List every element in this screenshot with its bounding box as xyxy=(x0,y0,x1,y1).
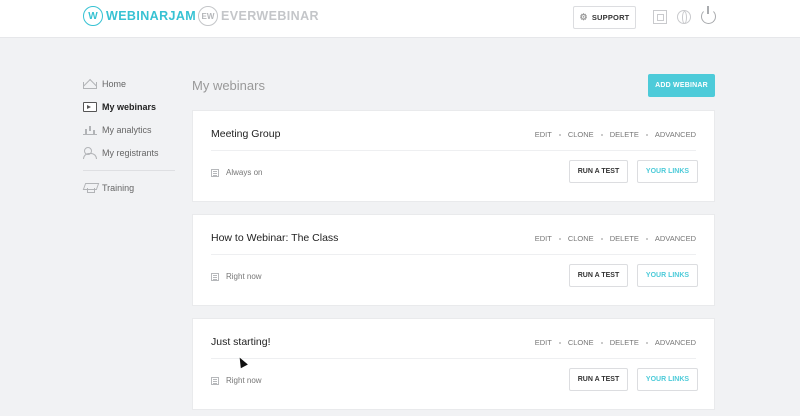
delete-link[interactable]: DELETE xyxy=(610,338,639,347)
advanced-link[interactable]: ADVANCED xyxy=(655,234,696,243)
webinar-title: How to Webinar: The Class xyxy=(211,232,339,244)
webinar-title: Just starting! xyxy=(211,336,271,348)
globe-icon[interactable] xyxy=(677,10,691,24)
webinar-schedule: Right now xyxy=(211,376,262,385)
webinar-title: Meeting Group xyxy=(211,128,281,140)
delete-link[interactable]: DELETE xyxy=(610,130,639,139)
run-test-button[interactable]: RUN A TEST xyxy=(569,368,628,391)
grid-icon[interactable] xyxy=(653,10,667,24)
webinar-icon xyxy=(83,101,97,112)
sidebar-item-label: My registrants xyxy=(102,147,159,158)
webinarjam-logo-text: WEBINARJAM xyxy=(106,9,197,23)
add-webinar-button[interactable]: ADD WEBINAR xyxy=(648,74,715,97)
advanced-link[interactable]: ADVANCED xyxy=(655,338,696,347)
power-icon[interactable] xyxy=(701,6,716,24)
separator-dot xyxy=(600,237,603,240)
clone-link[interactable]: CLONE xyxy=(568,130,594,139)
sidebar-item-label: Home xyxy=(102,78,127,89)
training-icon xyxy=(83,182,97,193)
your-links-button[interactable]: YOUR LINKS xyxy=(637,264,698,287)
sidebar-item-home[interactable]: Home xyxy=(83,72,178,95)
webinar-actions: EDIT CLONE DELETE ADVANCED xyxy=(535,234,696,243)
sidebar-item-training[interactable]: Training xyxy=(83,176,178,199)
clone-link[interactable]: CLONE xyxy=(568,234,594,243)
registrants-icon xyxy=(83,147,97,159)
schedule-text: Always on xyxy=(226,168,263,177)
delete-link[interactable]: DELETE xyxy=(610,234,639,243)
webinar-card: Just starting! EDIT CLONE DELETE ADVANCE… xyxy=(192,318,715,410)
calendar-icon xyxy=(211,376,219,385)
sidebar-item-label: My webinars xyxy=(102,101,157,112)
sidebar-item-label: My analytics xyxy=(102,124,152,135)
sidebar-item-my-registrants[interactable]: My registrants xyxy=(83,141,178,164)
home-icon xyxy=(83,82,97,89)
run-test-button[interactable]: RUN A TEST xyxy=(569,264,628,287)
edit-link[interactable]: EDIT xyxy=(535,338,552,347)
run-test-button[interactable]: RUN A TEST xyxy=(569,160,628,183)
calendar-icon xyxy=(211,272,219,281)
sidebar-divider xyxy=(83,170,175,171)
separator-dot xyxy=(600,341,603,344)
your-links-button[interactable]: YOUR LINKS xyxy=(637,160,698,183)
sidebar-item-my-analytics[interactable]: My analytics xyxy=(83,118,178,141)
advanced-link[interactable]: ADVANCED xyxy=(655,130,696,139)
webinarjam-logo[interactable]: W WEBINARJAM xyxy=(83,5,196,27)
webinar-card: Meeting Group EDIT CLONE DELETE ADVANCED… xyxy=(192,110,715,202)
webinar-schedule: Always on xyxy=(211,168,262,177)
card-divider xyxy=(211,150,696,151)
everwebinar-logo[interactable]: EW EVERWEBINAR xyxy=(198,5,319,27)
page-title: My webinars xyxy=(192,78,265,93)
separator-dot xyxy=(645,237,648,240)
card-divider xyxy=(211,254,696,255)
analytics-icon xyxy=(83,125,97,135)
everwebinar-logo-mark: EW xyxy=(198,6,218,26)
webinar-card: How to Webinar: The Class EDIT CLONE DEL… xyxy=(192,214,715,306)
everwebinar-logo-text: EVERWEBINAR xyxy=(221,9,319,23)
schedule-text: Right now xyxy=(226,272,262,281)
your-links-button[interactable]: YOUR LINKS xyxy=(637,368,698,391)
top-bar: W WEBINARJAM EW EVERWEBINAR ⚙ SUPPORT xyxy=(0,0,800,38)
separator-dot xyxy=(558,237,561,240)
sidebar-item-label: Training xyxy=(102,182,135,193)
separator-dot xyxy=(645,133,648,136)
webinar-schedule: Right now xyxy=(211,272,262,281)
support-button[interactable]: ⚙ SUPPORT xyxy=(573,6,636,29)
sidebar-item-my-webinars[interactable]: My webinars xyxy=(83,95,178,118)
schedule-text: Right now xyxy=(226,376,262,385)
edit-link[interactable]: EDIT xyxy=(535,130,552,139)
card-divider xyxy=(211,358,696,359)
sidebar: Home My webinars My analytics My registr… xyxy=(83,72,178,199)
separator-dot xyxy=(645,341,648,344)
support-button-label: SUPPORT xyxy=(591,13,630,22)
separator-dot xyxy=(558,133,561,136)
separator-dot xyxy=(600,133,603,136)
calendar-icon xyxy=(211,168,219,177)
separator-dot xyxy=(558,341,561,344)
gear-icon: ⚙ xyxy=(579,12,588,22)
clone-link[interactable]: CLONE xyxy=(568,338,594,347)
webinarjam-logo-mark: W xyxy=(83,6,103,26)
webinar-actions: EDIT CLONE DELETE ADVANCED xyxy=(535,130,696,139)
webinar-actions: EDIT CLONE DELETE ADVANCED xyxy=(535,338,696,347)
edit-link[interactable]: EDIT xyxy=(535,234,552,243)
